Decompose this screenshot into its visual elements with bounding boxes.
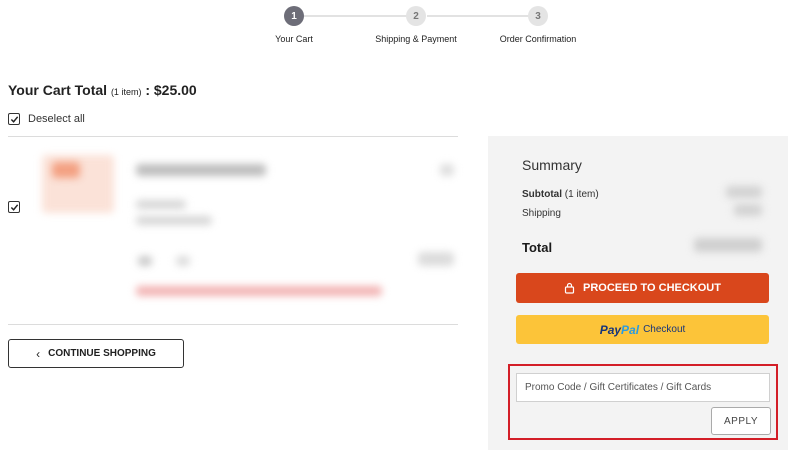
- divider: [8, 136, 458, 137]
- quantity-stepper[interactable]: [176, 256, 190, 266]
- order-summary-panel: Summary Subtotal (1 item) Shipping Total…: [488, 136, 788, 450]
- total-label: Total: [522, 240, 553, 255]
- shipping-label: Shipping: [522, 208, 561, 219]
- step-label: Shipping & Payment: [375, 34, 457, 44]
- promo-code-section: APPLY: [508, 364, 778, 440]
- deselect-all-checkbox[interactable]: [8, 113, 20, 125]
- step-label: Your Cart: [275, 34, 313, 44]
- step-number: 3: [528, 6, 548, 26]
- deselect-all-label[interactable]: Deselect all: [28, 113, 85, 125]
- cart-title-text: Your Cart Total: [8, 82, 108, 98]
- step-your-cart: 1 Your Cart: [234, 6, 354, 44]
- continue-shopping-label: CONTINUE SHOPPING: [48, 348, 156, 359]
- product-name[interactable]: [136, 164, 266, 176]
- cart-total-heading: Your Cart Total (1 item) : $25.00: [8, 82, 197, 98]
- cart-total-amount: : $25.00: [145, 82, 197, 98]
- cart-item-count: (1 item): [110, 87, 142, 97]
- subtotal-row: Subtotal (1 item): [522, 189, 599, 200]
- lock-icon: [564, 282, 575, 294]
- step-shipping-payment: 2 Shipping & Payment: [356, 6, 476, 44]
- product-image-accent: [52, 162, 80, 178]
- product-detail: [136, 216, 212, 225]
- paypal-logo: PayPal: [599, 322, 640, 337]
- step-number: 2: [406, 6, 426, 26]
- subtotal-count: (1 item): [564, 189, 599, 200]
- item-price: [418, 252, 454, 266]
- checkout-stepper: 1 Your Cart 2 Shipping & Payment 3 Order…: [0, 0, 800, 50]
- remove-item-icon[interactable]: [440, 164, 454, 176]
- paypal-checkout-button[interactable]: PayPal Checkout: [516, 315, 769, 344]
- check-icon: [10, 203, 18, 211]
- paypal-checkout-label: Checkout: [643, 324, 686, 335]
- step-number: 1: [284, 6, 304, 26]
- step-label: Order Confirmation: [499, 34, 577, 44]
- check-icon: [10, 115, 18, 123]
- item-checkbox[interactable]: [8, 201, 20, 213]
- total-value: [694, 238, 762, 252]
- subtotal-label: Subtotal: [522, 189, 562, 200]
- chevron-left-icon: ‹: [36, 346, 41, 361]
- proceed-to-checkout-button[interactable]: PROCEED TO CHECKOUT: [516, 273, 769, 303]
- step-order-confirmation: 3 Order Confirmation: [478, 6, 598, 44]
- continue-shopping-button[interactable]: ‹ CONTINUE SHOPPING: [8, 339, 184, 368]
- quantity-stepper[interactable]: [138, 256, 152, 266]
- stock-warning: [136, 286, 382, 296]
- summary-title: Summary: [522, 157, 582, 173]
- shipping-value: [734, 204, 762, 216]
- promo-code-input[interactable]: [516, 373, 770, 402]
- checkout-label: PROCEED TO CHECKOUT: [583, 282, 721, 294]
- product-detail: [136, 200, 186, 209]
- subtotal-value: [726, 186, 762, 198]
- divider: [8, 324, 458, 325]
- apply-promo-button[interactable]: APPLY: [711, 407, 771, 435]
